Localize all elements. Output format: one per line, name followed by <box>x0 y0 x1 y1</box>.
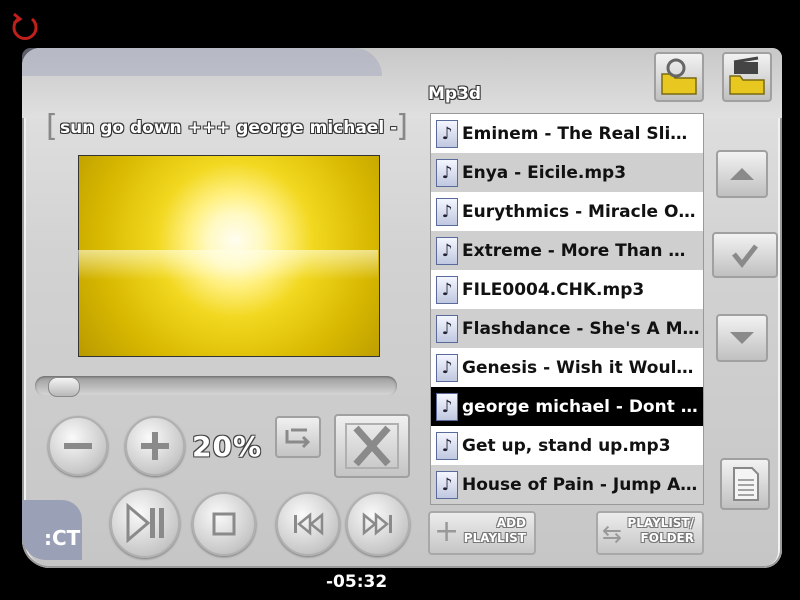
music-folder-icon <box>656 58 702 104</box>
previous-button[interactable] <box>276 492 340 556</box>
music-file-icon: ♪ <box>436 314 458 343</box>
playlist-item-label: george michael - Dont l... <box>462 396 700 417</box>
music-file-icon: ♪ <box>436 431 458 460</box>
seek-bar[interactable] <box>35 376 397 396</box>
minus-icon <box>50 443 106 478</box>
playlist-item[interactable]: ♪ Eminem - The Real Slim... <box>431 114 703 153</box>
shuffle-button[interactable] <box>334 414 410 478</box>
music-file-icon: ♪ <box>436 470 458 499</box>
next-button[interactable] <box>346 492 410 556</box>
plus-icon: + <box>434 514 460 549</box>
playlist-item[interactable]: ♪ Get up, stand up.mp3 <box>431 426 703 465</box>
playlist-item-label: Enya - Eicile.mp3 <box>462 162 627 183</box>
playlist-item-selected[interactable]: ♪ george michael - Dont l... <box>431 387 703 426</box>
repeat-button[interactable] <box>275 416 321 458</box>
add-playlist-label: ADD PLAYLIST <box>463 516 526 545</box>
playlist-item[interactable]: ♪ Extreme - More Than W... <box>431 231 703 270</box>
now-playing-text: sun go down +++ george michael - Dont le… <box>60 118 398 138</box>
visualization-glow <box>78 250 378 280</box>
playlist-item-label: Genesis - Wish it Would ... <box>462 357 700 378</box>
confirm-button[interactable] <box>712 232 778 278</box>
panel-notch <box>22 48 382 76</box>
swap-arrows-icon: ⇆ <box>602 520 623 548</box>
music-file-icon: ♪ <box>436 197 458 226</box>
music-file-icon: ♪ <box>436 158 458 187</box>
music-file-icon: ♪ <box>436 236 458 265</box>
seek-thumb[interactable] <box>47 377 80 397</box>
ticker-bracket-right: ] <box>396 112 408 144</box>
playlist-item-label: Extreme - More Than W... <box>462 240 700 261</box>
playlist-item[interactable]: ♪ FILE0004.CHK.mp3 <box>431 270 703 309</box>
now-playing-ticker: [ sun go down +++ george michael - Dont … <box>46 112 408 146</box>
playlist-folder-label: Mp3d <box>428 84 482 104</box>
shuffle-disabled-icon <box>336 423 408 480</box>
repeat-icon <box>277 428 319 460</box>
document-button[interactable] <box>720 458 770 510</box>
volume-up-button[interactable] <box>125 416 185 476</box>
arrow-down-icon <box>718 332 766 364</box>
volume-readout: 20% <box>192 430 263 463</box>
video-folder-icon <box>724 56 770 104</box>
playlist-item[interactable]: ♪ Genesis - Wish it Would ... <box>431 348 703 387</box>
music-file-icon: ♪ <box>436 392 458 421</box>
playlist-item-label: FILE0004.CHK.mp3 <box>462 279 645 300</box>
arrow-up-icon <box>718 168 766 200</box>
playlist-item[interactable]: ♪ Eurythmics - Miracle Of ... <box>431 192 703 231</box>
volume-down-button[interactable] <box>48 416 108 476</box>
brand-label: :CT <box>44 526 81 550</box>
music-folder-button[interactable] <box>654 52 704 102</box>
playlist-item-label: Flashdance - She's A Ma... <box>462 318 700 339</box>
playlist[interactable]: ♪ Eminem - The Real Slim... ♪ Enya - Eicil… <box>430 113 704 505</box>
scroll-down-button[interactable] <box>716 314 768 362</box>
music-file-icon: ♪ <box>436 275 458 304</box>
add-playlist-button[interactable]: + ADD PLAYLIST <box>428 511 536 555</box>
scroll-up-button[interactable] <box>716 150 768 198</box>
playlist-item-label: Eurythmics - Miracle Of ... <box>462 201 700 222</box>
playlist-folder-toggle-label: PLAYLIST/FOLDER <box>627 516 694 545</box>
playlist-item[interactable]: ♪ House of Pain - Jump Ar... <box>431 465 703 504</box>
document-icon <box>722 467 768 512</box>
playlist-item[interactable]: ♪ Flashdance - She's A Ma... <box>431 309 703 348</box>
next-icon <box>348 512 408 558</box>
music-file-icon: ♪ <box>436 119 458 148</box>
stop-icon <box>194 512 254 558</box>
time-remaining: -05:32 <box>326 572 388 592</box>
video-folder-button[interactable] <box>722 52 772 102</box>
playlist-folder-toggle-button[interactable]: ⇆ PLAYLIST/FOLDER <box>596 511 704 555</box>
play-pause-button[interactable] <box>110 488 180 558</box>
playlist-item-label: Eminem - The Real Slim... <box>462 123 700 144</box>
playlist-item-label: Get up, stand up.mp3 <box>462 435 671 456</box>
power-icon[interactable] <box>8 10 42 44</box>
play-pause-icon <box>112 502 178 560</box>
playlist-item-label: House of Pain - Jump Ar... <box>462 474 700 495</box>
stop-button[interactable] <box>192 492 256 556</box>
previous-icon <box>278 512 338 558</box>
ticker-bracket-left: [ <box>46 112 58 144</box>
checkmark-icon <box>714 244 776 280</box>
plus-icon <box>127 432 183 478</box>
music-file-icon: ♪ <box>436 353 458 382</box>
playlist-item[interactable]: ♪ Enya - Eicile.mp3 <box>431 153 703 192</box>
